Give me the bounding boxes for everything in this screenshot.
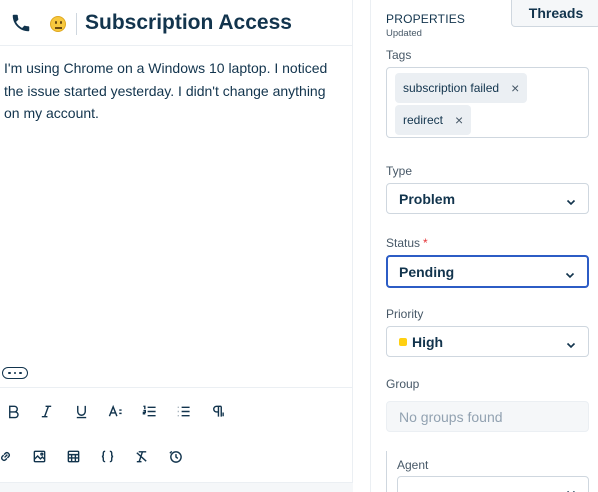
- group-label: Group: [386, 377, 420, 391]
- status-value: Pending: [399, 263, 455, 280]
- tag-label: subscription failed: [403, 81, 500, 95]
- remove-tag-icon[interactable]: ×: [511, 80, 519, 96]
- chevron-down-icon: [566, 485, 576, 492]
- phone-icon[interactable]: [10, 12, 32, 34]
- agent-label: Agent: [397, 458, 429, 472]
- group-placeholder: No groups found: [399, 408, 503, 425]
- tab-threads[interactable]: Threads: [511, 0, 598, 27]
- image-icon[interactable]: [28, 445, 50, 467]
- underline-icon[interactable]: [70, 400, 92, 422]
- chevron-down-icon: [566, 337, 576, 348]
- ticket-header: Subscription Access: [0, 0, 353, 46]
- chevron-down-icon: [565, 267, 575, 278]
- required-marker: *: [423, 236, 428, 250]
- status-label-text: Status: [386, 236, 421, 250]
- tags-input[interactable]: subscription failed × redirect ×: [386, 67, 589, 138]
- tag-label: redirect: [403, 113, 444, 127]
- properties-panel: Threads PROPERTIES Updated Tags subscrip…: [370, 0, 598, 492]
- status-select[interactable]: Pending: [386, 255, 589, 288]
- priority-value: High: [412, 333, 444, 350]
- editor-divider: [0, 387, 353, 388]
- clear-format-icon[interactable]: [130, 445, 152, 467]
- chevron-down-icon: [566, 194, 576, 205]
- type-select[interactable]: Problem: [386, 183, 589, 214]
- bulleted-list-icon[interactable]: [172, 400, 194, 422]
- tags-label: Tags: [386, 48, 412, 62]
- priority-select[interactable]: High: [386, 326, 589, 357]
- priority-label: Priority: [386, 307, 424, 321]
- page-title: Subscription Access: [85, 11, 292, 34]
- tag-chip[interactable]: redirect ×: [395, 105, 472, 135]
- numbered-list-icon[interactable]: [138, 400, 160, 422]
- show-more-icon[interactable]: [2, 367, 28, 379]
- message-line: the issue started yesterday. I didn't ch…: [4, 82, 326, 99]
- message-line: I'm using Chrome on a Windows 10 laptop.…: [4, 60, 328, 76]
- message-body[interactable]: I'm using Chrome on a Windows 10 laptop.…: [4, 57, 344, 125]
- type-label: Type: [386, 164, 413, 178]
- link-icon[interactable]: [0, 445, 16, 467]
- table-icon[interactable]: [62, 445, 84, 467]
- properties-status-note: Updated: [386, 28, 422, 39]
- type-value: Problem: [399, 190, 456, 207]
- group-select: No groups found: [386, 401, 589, 432]
- message-line: on my account.: [4, 105, 99, 121]
- priority-color-indicator: [399, 337, 407, 346]
- bold-icon[interactable]: [2, 400, 24, 422]
- editor-footer: [0, 482, 353, 492]
- conversation-pane: Subscription Access I'm using Chrome on …: [0, 0, 353, 492]
- status-label: Status *: [386, 236, 428, 250]
- neutral-face-icon: [50, 16, 66, 32]
- agent-select[interactable]: [397, 476, 589, 492]
- tag-chip[interactable]: subscription failed ×: [395, 73, 528, 103]
- remove-tag-icon[interactable]: ×: [455, 112, 463, 128]
- canned-response-icon[interactable]: [164, 445, 186, 467]
- code-icon[interactable]: [96, 445, 118, 467]
- properties-heading: PROPERTIES: [386, 12, 466, 26]
- italic-icon[interactable]: [35, 400, 57, 422]
- paragraph-icon[interactable]: [206, 400, 228, 422]
- header-divider: [76, 13, 77, 35]
- font-size-icon[interactable]: [104, 400, 126, 422]
